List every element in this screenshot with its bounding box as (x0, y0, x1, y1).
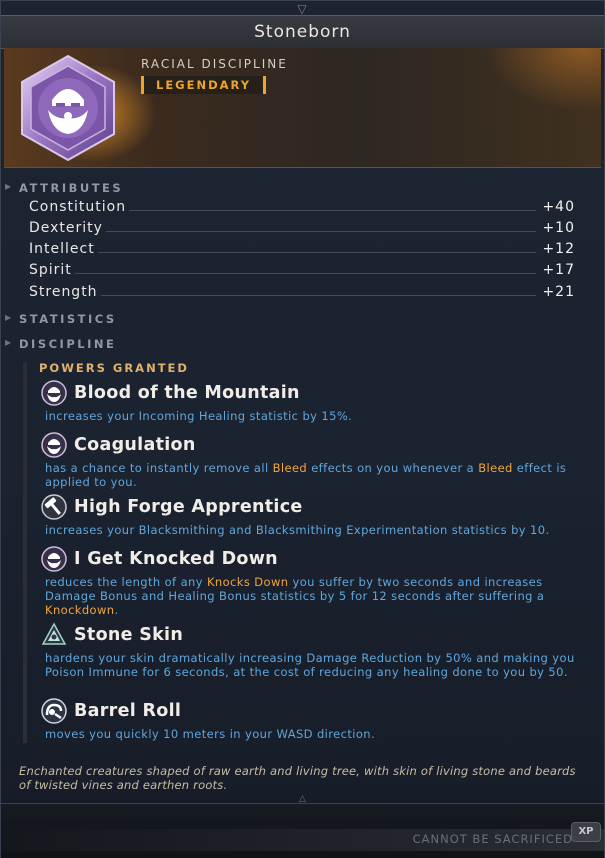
attribute-name: Strength (29, 284, 98, 300)
item-category: RACIAL DISCIPLINE (141, 57, 288, 71)
attribute-value: +21 (542, 284, 575, 300)
tooltip-title-bar: ▽ Stoneborn (1, 2, 604, 49)
stone-skin-icon (41, 622, 67, 645)
attribute-row: Dexterity +10 (29, 216, 575, 236)
item-title: Stoneborn (254, 22, 351, 42)
keyword-highlight: Bleed (478, 461, 513, 475)
attribute-name: Dexterity (29, 220, 103, 236)
xp-badge[interactable]: XP (571, 822, 601, 842)
expand-triangle-icon: ▶ (5, 313, 14, 322)
notch-chevron-icon: △ (299, 794, 306, 804)
hero-banner: RACIAL DISCIPLINE LEGENDARY (4, 48, 601, 168)
power-name: Blood of the Mountain (74, 383, 300, 403)
keyword-highlight: Knockdown (45, 603, 115, 617)
attribute-leader-line (97, 252, 537, 253)
power-name: High Forge Apprentice (74, 497, 303, 517)
barrel-roll-icon (41, 698, 67, 724)
expand-triangle-icon: ▶ (5, 182, 14, 191)
power-description: hardens your skin dramatically increasin… (45, 651, 589, 679)
statistics-section-header[interactable]: ▶ STATISTICS (5, 312, 117, 326)
expand-triangle-icon: ▶ (5, 338, 14, 347)
attribute-row: Constitution +40 (29, 195, 575, 215)
keyword-highlight: Bleed (272, 461, 308, 475)
description-text: reduces the length of any (45, 575, 207, 589)
rarity-badge: LEGENDARY (141, 76, 267, 94)
power-item: Blood of the Mountain increases your Inc… (41, 380, 589, 423)
sacrifice-status: CANNOT BE SACRIFICED (412, 832, 573, 846)
attributes-section-header[interactable]: ▶ ATTRIBUTES (5, 181, 124, 195)
attribute-leader-line (100, 295, 537, 296)
power-description: increases your Blacksmithing and Blacksm… (45, 523, 589, 537)
attribute-leader-line (129, 210, 537, 211)
attribute-row: Intellect +12 (29, 237, 575, 257)
power-description: has a chance to instantly remove all Ble… (45, 461, 589, 489)
attributes-header-label: ATTRIBUTES (19, 181, 124, 195)
attribute-name: Intellect (29, 241, 95, 257)
power-description: increases your Incoming Healing statisti… (45, 409, 589, 423)
attribute-value: +17 (542, 262, 575, 278)
power-item: Stone Skin hardens your skin dramaticall… (41, 622, 589, 679)
power-description: moves you quickly 10 meters in your WASD… (45, 727, 589, 741)
description-text: moves you quickly 10 meters in your WASD… (45, 727, 376, 741)
hammer-icon (41, 494, 67, 520)
power-item: High Forge Apprentice increases your Bla… (41, 494, 589, 537)
discipline-tooltip: ▽ Stoneborn RACIAL DISCIPLINE LEGENDARY (0, 0, 605, 858)
attribute-leader-line (105, 231, 537, 232)
discipline-section-header[interactable]: ▶ DISCIPLINE (5, 337, 117, 351)
stoneborn-dwarf-face-icon (21, 54, 115, 162)
discipline-rail (23, 363, 27, 743)
power-name: I Get Knocked Down (74, 549, 278, 569)
power-item: Coagulation has a chance to instantly re… (41, 432, 589, 489)
statistics-header-label: STATISTICS (19, 312, 117, 326)
power-item: I Get Knocked Down reduces the length of… (41, 546, 589, 617)
description-text: increases your Incoming Healing statisti… (45, 409, 353, 423)
dwarf-face-icon (41, 546, 67, 572)
power-item: Barrel Roll moves you quickly 10 meters … (41, 698, 589, 741)
description-text: increases your Blacksmithing and Blacksm… (45, 523, 550, 537)
description-text: . (114, 603, 119, 617)
power-name: Coagulation (74, 435, 196, 455)
attribute-row: Spirit +17 (29, 258, 575, 278)
attribute-row: Strength +21 (29, 280, 575, 300)
tooltip-footer: △ CANNOT BE SACRIFICED XP (1, 795, 604, 858)
description-text: has a chance to instantly remove all (45, 461, 273, 475)
attribute-name: Spirit (29, 262, 72, 278)
power-description: reduces the length of any Knocks Down yo… (45, 575, 589, 617)
description-text: hardens your skin dramatically increasin… (45, 651, 575, 679)
attribute-value: +10 (542, 220, 575, 236)
dwarf-face-icon (41, 432, 67, 458)
attribute-value: +12 (542, 241, 575, 257)
attribute-value: +40 (542, 199, 575, 215)
dwarf-face-icon (41, 380, 67, 406)
power-name: Barrel Roll (74, 701, 182, 721)
powers-granted-heading: POWERS GRANTED (39, 361, 189, 375)
keyword-highlight: Knocks Down (206, 575, 289, 589)
attribute-leader-line (74, 273, 537, 274)
attribute-name: Constitution (29, 199, 127, 215)
power-name: Stone Skin (74, 625, 184, 645)
notch-chevron-icon: ▽ (297, 2, 308, 16)
description-text: effects on you whenever a (307, 461, 479, 475)
flavor-text: Enchanted creatures shaped of raw earth … (19, 764, 576, 792)
discipline-header-label: DISCIPLINE (19, 337, 117, 351)
